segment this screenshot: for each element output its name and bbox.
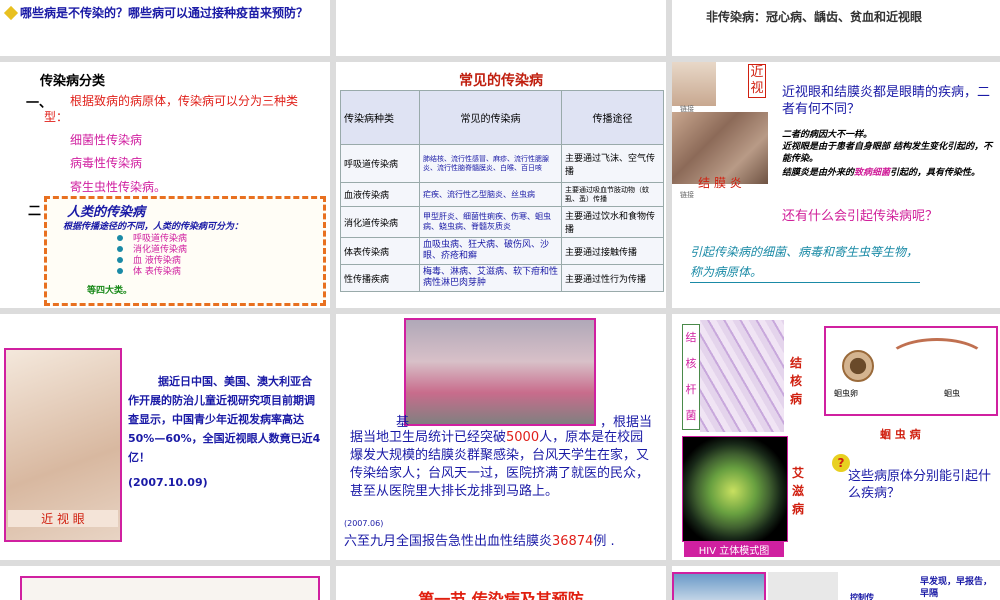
outbreak-lead: 基 (396, 415, 410, 430)
tb-micrograph (700, 320, 784, 432)
early-detection-text: 早发现，早报告，早隔 (920, 577, 993, 599)
national-stat: 六至九月全国报告急性出血性结膜炎36874例 . (344, 534, 615, 549)
aids-disease: 艾滋病 (792, 466, 805, 516)
table-row: 呼吸道传染病 肺结核、流行性感冒、麻疹、流行性腮腺炎、流行性脑脊髓膜炎、白喉、百… (340, 144, 664, 183)
slide-3: 非传染病：冠心病、龋齿、贫血和近视眼 (672, 0, 1000, 56)
box-list: 呼吸道传染病 消化道传染病 血 液传染病 体 表传染病 (117, 234, 187, 278)
case-count: 5000 (506, 430, 540, 445)
slide-4: 传染病分类 一、 根据致病的病原体，传染病可以分为三种类型： 细菌性传染病 病毒… (0, 62, 330, 308)
outbreak-date: (2007.06) (344, 519, 384, 528)
slide-10 (0, 566, 330, 600)
box-item: 体 表传染病 (117, 267, 187, 278)
control-label: 控制传 (850, 593, 874, 600)
type-viral: 病毒性传染病 (70, 156, 143, 170)
roundworm-label: 蛔虫 (944, 389, 960, 398)
item2-number: 二 (28, 204, 42, 219)
disease-table: 传染病种类 常见的传染病 传播途径 呼吸道传染病 肺结核、流行性感冒、麻疹、流行… (340, 90, 664, 292)
transmission-box: 人类的传染病 根据传播途径的不同，人类的传染病可分为： 呼吸道传染病 消化道传染… (44, 196, 326, 306)
answer-head: 二者的病因大不一样。 (782, 130, 873, 140)
box-footer: 等四大类。 (87, 286, 133, 296)
table-header: 传染病种类 常见的传染病 传播途径 (340, 90, 664, 145)
slide-11: 第一节 传染病及其预防 (336, 566, 666, 600)
hiv-caption: HIV 立体模式图 (684, 542, 784, 557)
child-photo (672, 62, 716, 106)
tb-disease: 结核病 (790, 356, 803, 406)
item1-text: 根据致病的病原体，传染病可以分为三种类型： (44, 94, 299, 124)
table-title: 常见的传染病 (459, 73, 543, 89)
bullet-icon (117, 268, 123, 274)
outbreak-report: 据当地卫生局统计已经突破5000人，原本是在校园爆发大规模的结膜炎群聚感染，台风… (350, 430, 650, 499)
prevention-photo-2 (768, 572, 838, 600)
box-item: 消化道传染病 (117, 245, 187, 256)
slide-6: 链接 近视 结 膜 炎 链接 近视眼和结膜炎都是眼睛的疾病，二者有何不同？ 二者… (672, 62, 1000, 308)
roundworm-box: 蛔虫卵 蛔虫 (824, 326, 998, 416)
bullet-icon (117, 246, 123, 252)
roundworm-icon (886, 338, 988, 384)
hospital-queue-photo (404, 318, 596, 426)
slide-9: 结核杆菌 结核病 HIV 立体模式图 艾滋病 蛔虫卵 蛔虫 蛔 虫 病 ? 这些… (672, 314, 1000, 560)
roundworm-disease: 蛔 虫 病 (880, 428, 921, 441)
myopia-caption: 近 视 眼 (8, 510, 118, 527)
table-row: 性传播疾病 梅毒、淋病、艾滋病、软下疳和性病性淋巴肉芽肿 主要通过性行为传播 (340, 264, 664, 292)
bullet-icon (117, 257, 123, 263)
slide-8: 基 ，根据当 据当地卫生局统计已经突破5000人，原本是在校园爆发大规模的结膜炎… (336, 314, 666, 560)
slide-title: 传染病分类 (40, 74, 106, 89)
noncommunicable-text: 非传染病：冠心病、龋齿、贫血和近视眼 (706, 10, 923, 24)
pointer-icon (3, 5, 19, 21)
link-label-2[interactable]: 链接 (680, 190, 694, 200)
national-count: 36874 (552, 534, 594, 549)
conjunctivitis-label: 结 膜 炎 (698, 176, 742, 190)
tb-label: 结核杆菌 (682, 324, 700, 430)
header-diseases: 常见的传染病 (419, 90, 562, 145)
slide-2 (336, 0, 666, 56)
answer-myopia: 近视眼是由于患者自身眼部 结构发生变化引起的，不能传染。 (782, 142, 993, 164)
answer-conjunctivitis: 结膜炎是由外来的致病细菌引起的，具有传染性。 (782, 168, 981, 178)
section-title: 第一节 传染病及其预防 (418, 590, 584, 600)
table-row: 体表传染病 血吸虫病、狂犬病、破伤风、沙眼、疥疮和癣 主要通过接触传播 (340, 237, 664, 265)
pathogen-definition: 引起传染病的细菌、病毒和寄生虫等生物，称为病原体。 (690, 242, 920, 283)
roundworm-egg-icon (842, 350, 874, 382)
cartoon-image (20, 576, 320, 600)
compare-question: 近视眼和结膜炎都是眼睛的疾病，二者有何不同？ (782, 85, 991, 117)
question-text: 哪些病是不传染的？哪些病可以通过接种疫苗来预防？ (20, 6, 309, 20)
box-item: 血 液传染病 (117, 256, 187, 267)
slide-1: 哪些病是不传染的？哪些病可以通过接种疫苗来预防？ (0, 0, 330, 56)
hiv-image (682, 436, 788, 542)
type-bacterial: 细菌性传染病 (70, 133, 143, 147)
outbreak-lead-tail: ，根据当 (600, 415, 653, 430)
slide-12: 控制传 早发现，早报告，早隔 (672, 566, 1000, 600)
box-desc: 根据传播途径的不同，人类的传染病可分为： (63, 222, 244, 232)
header-route: 传播途径 (561, 90, 664, 145)
type-parasitic: 寄生虫性传染病。 (70, 180, 167, 194)
prevention-photo-1 (672, 572, 766, 600)
pathogen-question: 这些病原体分别能引起什么疾病？ (848, 469, 992, 501)
table-row: 消化道传染病 甲型肝炎、细菌性痢疾、伤寒、蛔虫病、蛲虫病、脊髓灰质炎 主要通过饮… (340, 206, 664, 238)
pathogen-question: 还有什么会引起传染病呢？ (782, 209, 939, 224)
slide-7: 近 视 眼 据近日中国、美国、澳大利亚合作开展的防治儿童近视研究项目前期调查显示… (0, 314, 330, 560)
box-item: 呼吸道传染病 (117, 234, 187, 245)
myopia-label: 近视 (748, 64, 766, 98)
roundworm-egg-label: 蛔虫卵 (834, 389, 858, 398)
box-title: 人类的传染病 (67, 205, 146, 220)
header-type: 传染病种类 (340, 90, 420, 145)
slide-5: 常见的传染病 传染病种类 常见的传染病 传播途径 呼吸道传染病 肺结核、流行性感… (336, 62, 666, 308)
table-row: 血液传染病 疟疾、流行性乙型脑炎、丝虫病 主要通过吸血节肢动物（蚊虱、蚤）传播 (340, 182, 664, 207)
myopia-report: 据近日中国、美国、澳大利亚合作开展的防治儿童近视研究项目前期调查显示，中国青少年… (128, 375, 321, 464)
bullet-icon (117, 235, 123, 241)
myopia-date: (2007.10.09) (128, 476, 208, 489)
